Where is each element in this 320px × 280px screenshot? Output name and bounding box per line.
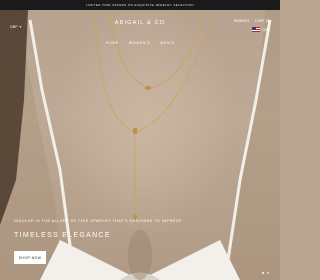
hero-subtitle: INDULGE IN THE ALLURE OF FINE JEWELRY TH… <box>14 219 182 223</box>
announcement-bar: LIMITED-TIME OFFERS ON EXQUISITE JEWELRY… <box>0 0 280 10</box>
search-link[interactable]: SEARCH <box>234 19 249 23</box>
header-tools: SEARCH CART (0) <box>234 19 270 23</box>
nav-mens[interactable]: MEN'S <box>160 41 174 45</box>
hero-copy: INDULGE IN THE ALLURE OF FINE JEWELRY TH… <box>14 219 182 239</box>
slide-dot-1[interactable] <box>262 272 264 274</box>
slide-dot-2[interactable] <box>267 272 269 274</box>
announcement-text: LIMITED-TIME OFFERS ON EXQUISITE JEWELRY… <box>86 3 194 7</box>
locale-selector[interactable]: GBP <box>252 27 270 32</box>
flag-icon <box>252 27 261 32</box>
site-header: GBP ▾ ABIGAIL & CO SEARCH CART (0) GBP H… <box>0 10 280 56</box>
slider-dots <box>262 272 269 274</box>
main-nav: HOME WOMEN'S MEN'S <box>0 41 280 45</box>
nav-womens[interactable]: WOMEN'S <box>129 41 150 45</box>
cart-link[interactable]: CART (0) <box>255 19 270 23</box>
locale-label: GBP <box>262 27 270 32</box>
shop-now-button[interactable]: SHOP NOW <box>14 251 46 264</box>
nav-home[interactable]: HOME <box>106 41 119 45</box>
hero-title: TIMELESS ELEGANCE <box>14 232 111 239</box>
